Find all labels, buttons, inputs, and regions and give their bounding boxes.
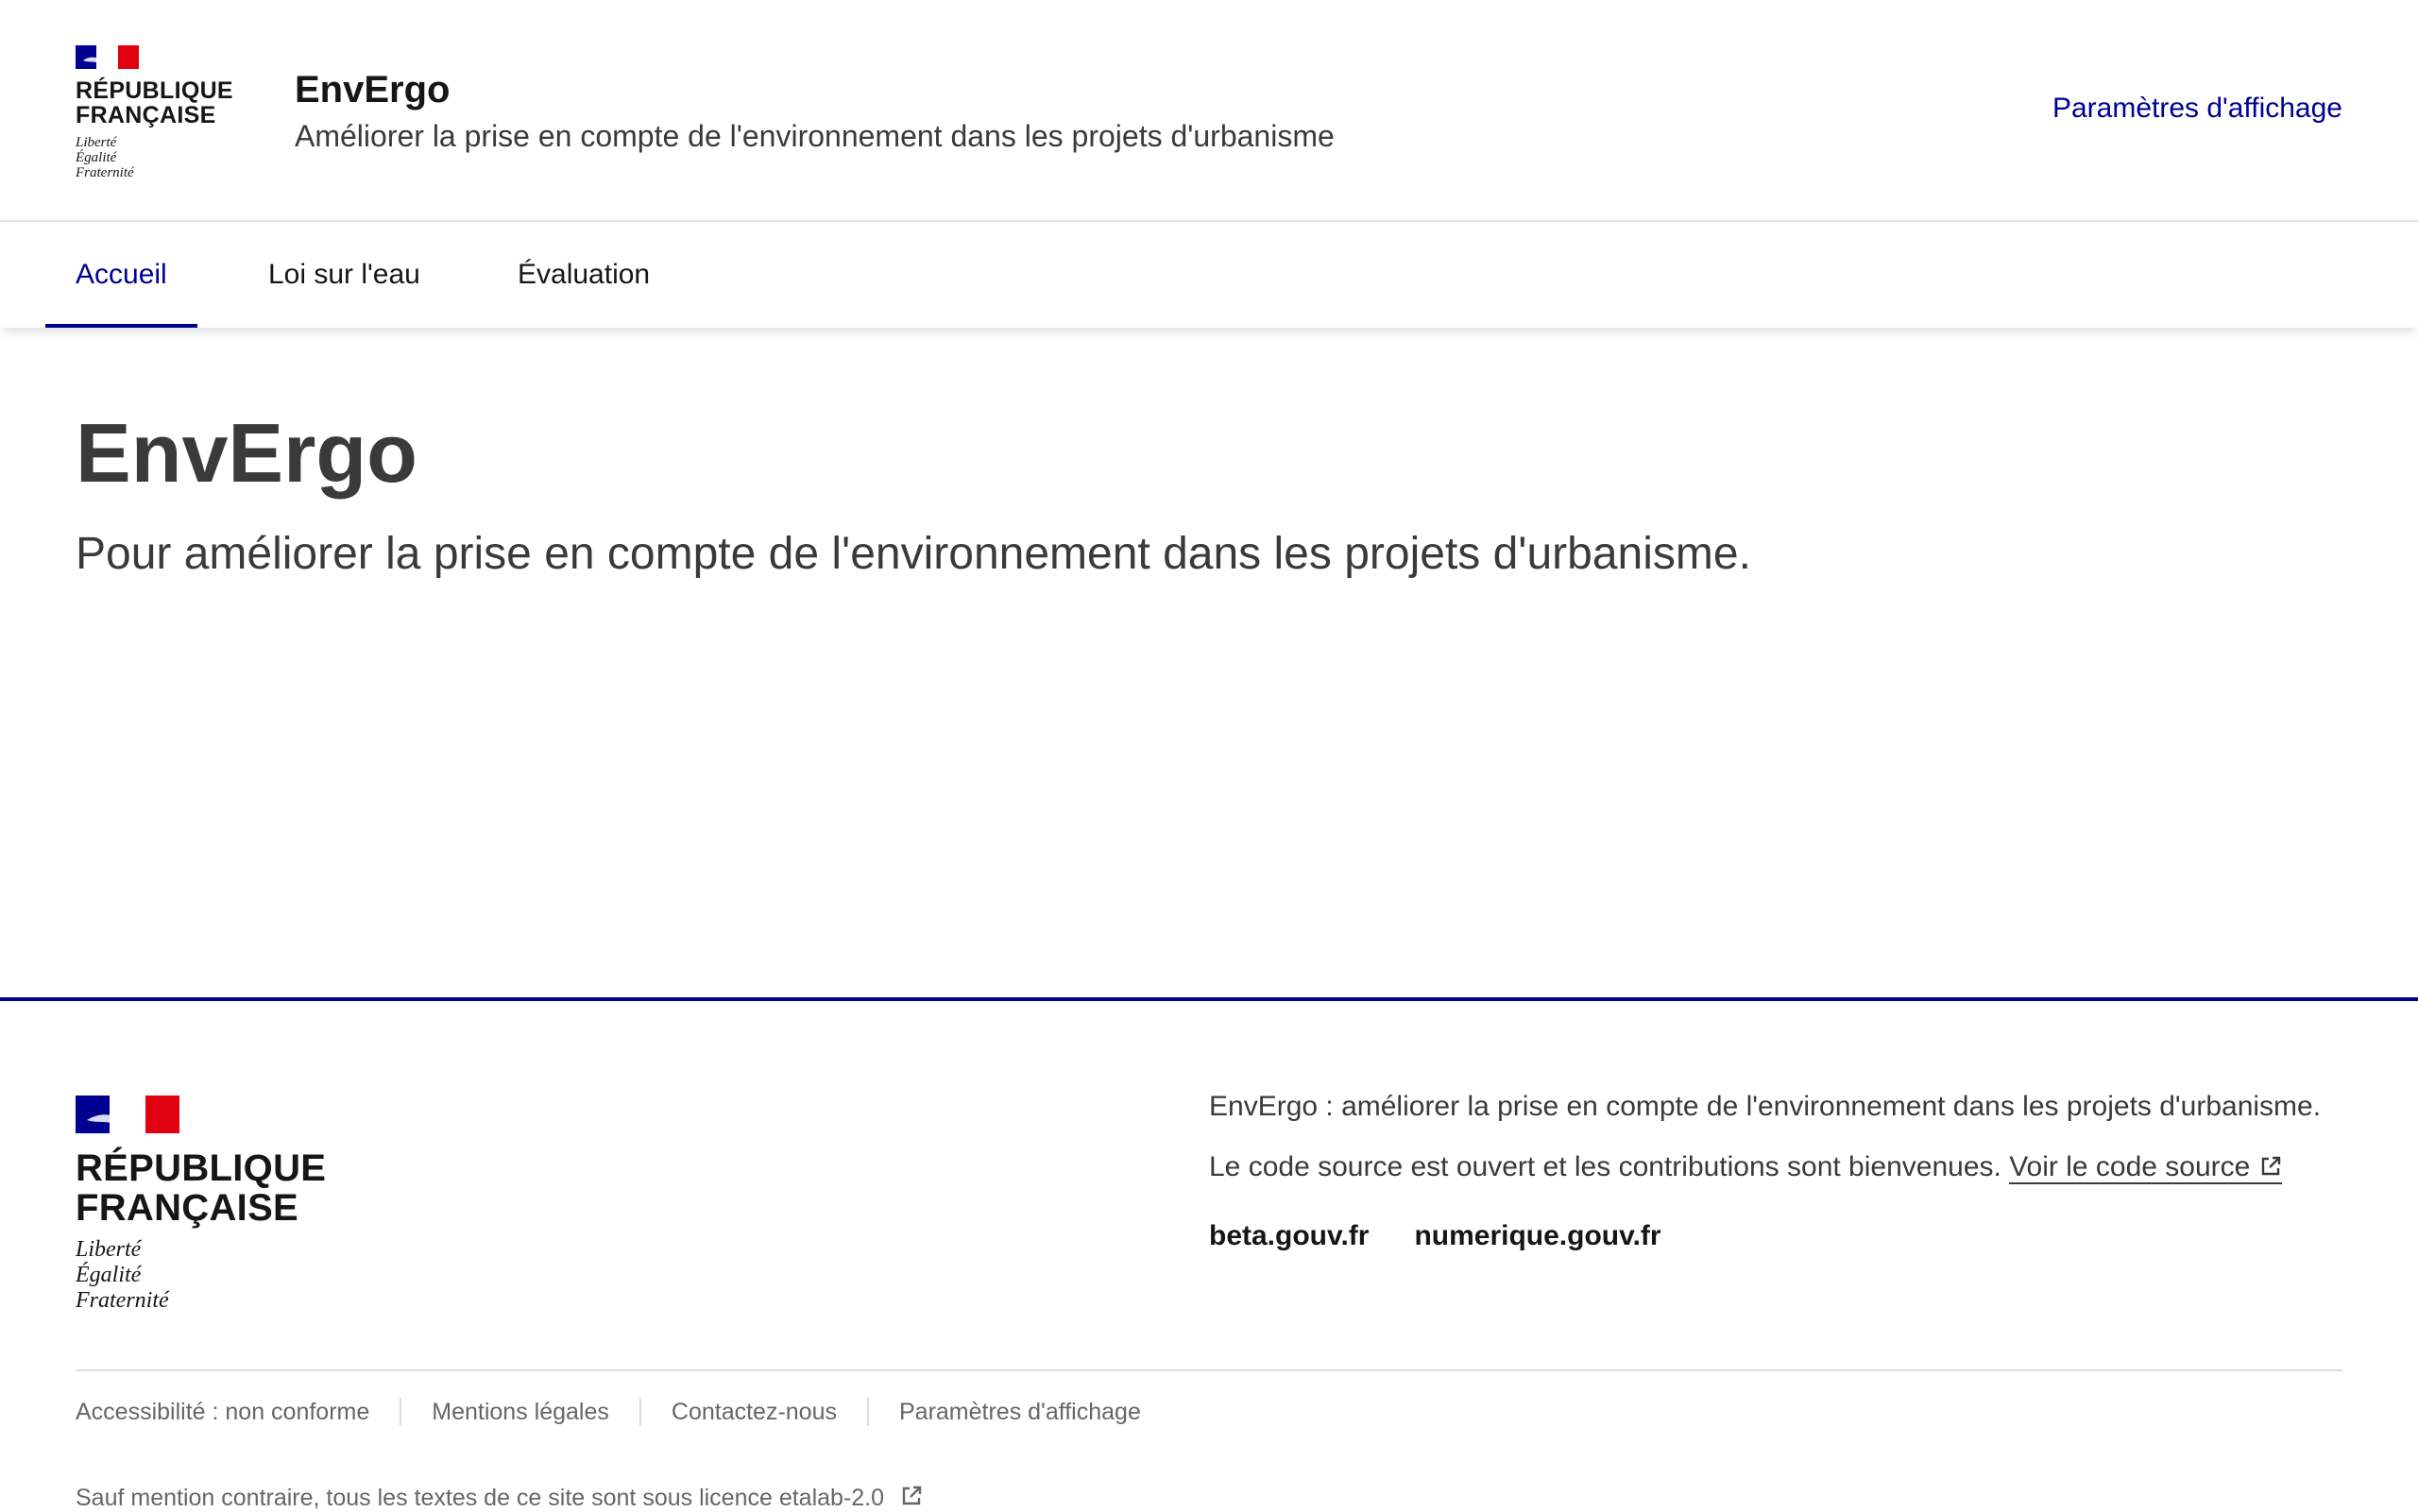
footer-rf-motto: Liberté Égalité Fraternité [76, 1237, 169, 1313]
page-title: EnvErgo [76, 406, 417, 500]
footer-link-contact[interactable]: Contactez-nous [672, 1399, 837, 1426]
rf-name: RÉPUBLIQUE FRANÇAISE [76, 77, 233, 128]
rf-motto: Liberté Égalité Fraternité [76, 135, 134, 180]
marianne-flag-icon [76, 45, 139, 69]
footer-rf-name: RÉPUBLIQUE FRANÇAISE [76, 1147, 327, 1229]
marianne-flag-icon [76, 1096, 179, 1133]
footer-link-numerique-gouv[interactable]: numerique.gouv.fr [1414, 1220, 1660, 1252]
main-navigation: Accueil Loi sur l'eau Évaluation [0, 222, 2418, 328]
main-content: EnvErgo Pour améliorer la prise en compt… [76, 401, 2342, 585]
footer-description: EnvErgo : améliorer la prise en compte d… [1209, 1091, 2322, 1122]
nav-item-loi-sur-leau[interactable]: Loi sur l'eau [238, 222, 451, 328]
site-tagline: Améliorer la prise en compte de l'enviro… [295, 119, 1335, 153]
external-link-icon [2262, 1156, 2281, 1176]
separator [867, 1398, 869, 1426]
footer-license[interactable]: Sauf mention contraire, tous les textes … [76, 1485, 923, 1512]
footer-content: EnvErgo : améliorer la prise en compte d… [1209, 1084, 2342, 1252]
footer-bottom-links: Accessibilité : non conforme Mentions lé… [76, 1398, 1141, 1426]
display-settings-link[interactable]: Paramètres d'affichage [2052, 93, 2342, 125]
site-header: RÉPUBLIQUE FRANÇAISE Liberté Égalité Fra… [0, 0, 2418, 222]
nav-item-evaluation[interactable]: Évaluation [487, 222, 680, 328]
external-link-icon [902, 1486, 922, 1505]
separator [639, 1398, 641, 1426]
footer-source-text: Le code source est ouvert et les contrib… [1209, 1145, 2342, 1190]
page-lead: Pour améliorer la prise en compte de l'e… [76, 529, 1751, 579]
site-footer: RÉPUBLIQUE FRANÇAISE Liberté Égalité Fra… [0, 997, 2418, 1511]
site-title[interactable]: EnvErgo [295, 66, 1335, 113]
footer-partner-links: beta.gouv.fr numerique.gouv.fr [1209, 1220, 2342, 1252]
separator [400, 1398, 402, 1426]
source-code-link[interactable]: Voir le code source [2009, 1151, 2283, 1184]
footer-link-accessibilite[interactable]: Accessibilité : non conforme [76, 1399, 369, 1426]
footer-link-display-settings[interactable]: Paramètres d'affichage [899, 1399, 1141, 1426]
nav-item-accueil[interactable]: Accueil [45, 222, 197, 328]
footer-link-beta-gouv[interactable]: beta.gouv.fr [1209, 1220, 1369, 1252]
service-brand[interactable]: EnvErgo Améliorer la prise en compte de … [295, 66, 1335, 157]
republique-francaise-logo[interactable]: RÉPUBLIQUE FRANÇAISE Liberté Égalité Fra… [76, 45, 233, 180]
footer-divider [76, 1369, 2342, 1371]
footer-link-mentions-legales[interactable]: Mentions légales [432, 1399, 609, 1426]
footer-republique-francaise-logo[interactable]: RÉPUBLIQUE FRANÇAISE Liberté Égalité Fra… [76, 1096, 327, 1314]
